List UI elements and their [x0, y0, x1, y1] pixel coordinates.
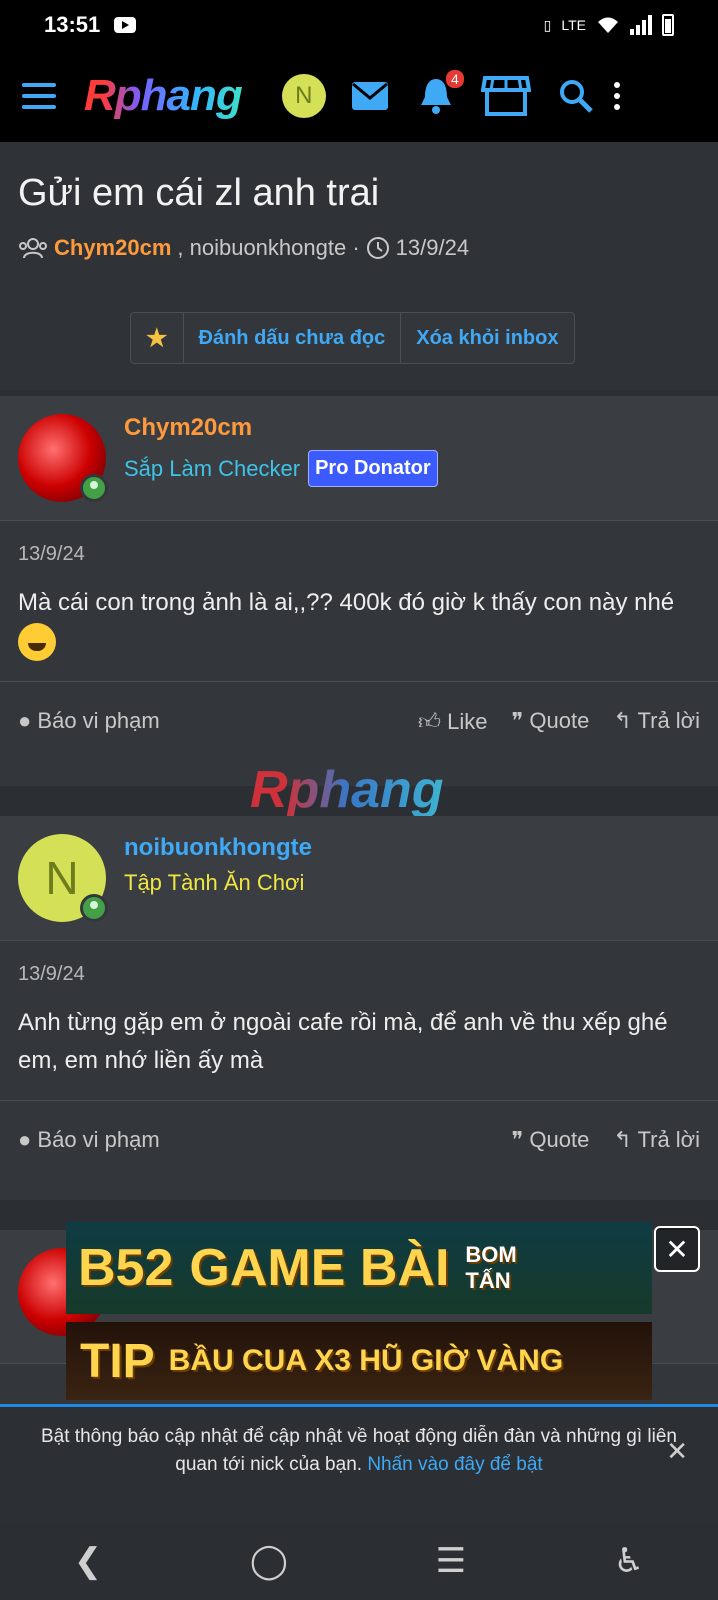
store-icon[interactable]: [480, 74, 532, 118]
ad-brand: B52: [78, 1239, 174, 1297]
post-date[interactable]: 13/9/24: [0, 941, 718, 986]
watermark-logo: Rphang: [250, 761, 444, 819]
online-status-icon: [80, 894, 108, 922]
signal-icon: [630, 15, 652, 35]
enable-notifications-link[interactable]: Nhấn vào đây để bật: [367, 1454, 542, 1475]
thread-title: Gửi em cái zl anh trai: [18, 172, 380, 214]
thread-author-link[interactable]: Chym20cm: [54, 235, 171, 261]
recents-icon[interactable]: ☰: [436, 1541, 466, 1581]
avatar[interactable]: N: [18, 834, 108, 922]
report-button[interactable]: ● Báo vi phạm: [18, 708, 160, 734]
clock-icon: [366, 237, 389, 259]
avatar-letter: N: [45, 852, 79, 904]
thread-header: Gửi em cái zl anh trai Chym20cm , noibuo…: [0, 142, 718, 390]
thread-actions: ★ Đánh dấu chưa đọc Xóa khỏi inbox: [130, 312, 575, 364]
report-button[interactable]: ● Báo vi phạm: [18, 1127, 160, 1153]
status-bar: 13:51 ▯ LTE: [0, 0, 718, 50]
ad-headline: BẦU CUA X3 HŨ GIỜ VÀNG: [168, 1344, 564, 1377]
reply-label: Trả lời: [637, 707, 701, 733]
thread-meta: Chym20cm , noibuonkhongte · 13/9/24: [18, 235, 700, 261]
home-icon[interactable]: ◯: [250, 1541, 288, 1581]
reply-button[interactable]: ↰ Trả lời: [613, 1127, 700, 1153]
vibrate-icon: ▯: [543, 16, 552, 33]
bell-icon[interactable]: 4: [414, 70, 464, 118]
back-icon[interactable]: ❮: [74, 1541, 103, 1581]
site-logo[interactable]: Rphang: [84, 71, 243, 121]
youtube-icon: [114, 17, 137, 33]
status-time: 13:51: [44, 12, 101, 37]
star-button[interactable]: ★: [131, 313, 184, 363]
search-icon[interactable]: [554, 74, 598, 118]
push-notification-prompt: Bật thông báo cập nhật để cập nhật về ho…: [0, 1404, 718, 1522]
post-date[interactable]: 13/9/24: [0, 521, 718, 566]
reply-button[interactable]: ↰ Trả lời: [613, 708, 700, 735]
thread-participants[interactable]: , noibuonkhongte ·: [177, 235, 359, 261]
user-title-text: Sắp Làm Checker: [124, 455, 301, 481]
quote-icon: ❞: [511, 1127, 524, 1152]
post-user-block: Chym20cm Sắp Làm Checker Pro Donator: [0, 396, 718, 521]
reply-icon: ↰: [613, 707, 632, 733]
quote-label: Quote: [529, 707, 590, 733]
system-navigation-bar: ❮ ◯ ☰ ♿︎: [0, 1522, 718, 1600]
thumb-up-icon: 👍︎: [417, 708, 441, 734]
mark-unread-button[interactable]: Đánh dấu chưa đọc: [184, 313, 402, 363]
quote-button[interactable]: ❞ Quote: [511, 1127, 589, 1153]
message-post: N noibuonkhongte Tập Tành Ăn Chơi 13/9/2…: [0, 816, 718, 1200]
like-label: Like: [447, 708, 488, 734]
ad-subline: BOM TẤN: [465, 1242, 517, 1293]
notification-badge: 4: [445, 70, 464, 88]
user-title: Sắp Làm Checker Pro Donator: [124, 450, 438, 487]
report-label: Báo vi phạm: [37, 1127, 160, 1152]
thread-date[interactable]: 13/9/24: [396, 235, 469, 261]
post-actions: ● Báo vi phạm 👍︎ Like ❞ Quote ↰ Trả lời: [0, 682, 718, 761]
message-post: Chym20cm Sắp Làm Checker Pro Donator 13/…: [0, 396, 718, 786]
volte-icon: LTE: [561, 17, 586, 33]
report-label: Báo vi phạm: [37, 708, 160, 734]
ad-headline: GAME BÀI: [189, 1239, 450, 1297]
user-title: Tập Tành Ăn Chơi: [124, 870, 305, 895]
post-body: Anh từng gặp em ở ngoài cafe rồi mà, để …: [0, 986, 718, 1101]
menu-icon[interactable]: [22, 83, 56, 109]
remove-inbox-button[interactable]: Xóa khỏi inbox: [401, 313, 573, 363]
close-ad-icon[interactable]: ✕: [654, 1226, 700, 1272]
star-icon: ★: [146, 324, 168, 352]
wifi-icon: [598, 17, 618, 33]
quote-icon: ❞: [511, 707, 524, 733]
notify-text: Bật thông báo cập nhật để cập nhật về ho…: [41, 1426, 677, 1475]
pro-donator-badge: Pro Donator: [308, 450, 438, 487]
participants-icon: [19, 238, 47, 259]
reply-icon: ↰: [613, 1127, 632, 1152]
top-navbar: Rphang N 4: [0, 50, 718, 142]
inbox-icon[interactable]: [348, 74, 392, 118]
quote-label: Quote: [529, 1127, 590, 1152]
ad-banner-b52[interactable]: B52 GAME BÀI BOM TẤN: [66, 1222, 652, 1314]
post-username[interactable]: Chym20cm: [124, 414, 438, 442]
status-icons: ▯ LTE: [544, 14, 674, 36]
post-body: Mà cái con trong ảnh là ai,,?? 400k đó g…: [0, 566, 718, 682]
post-body-text: Mà cái con trong ảnh là ai,,?? 400k đó g…: [18, 589, 675, 616]
online-status-icon: [80, 474, 108, 502]
ad-banner-tip[interactable]: TIP BẦU CUA X3 HŨ GIỜ VÀNG: [66, 1322, 652, 1400]
user-avatar[interactable]: N: [281, 74, 326, 118]
post-actions: ● Báo vi phạm ❞ Quote ↰ Trả lời: [0, 1101, 718, 1179]
close-icon[interactable]: ✕: [666, 1437, 688, 1465]
accessibility-icon[interactable]: ♿︎: [614, 1541, 644, 1581]
more-options-icon[interactable]: [613, 82, 620, 110]
like-button[interactable]: 👍︎ Like: [418, 708, 487, 735]
ad-brand: TIP: [80, 1334, 155, 1388]
avatar[interactable]: [18, 414, 108, 502]
post-user-block: N noibuonkhongte Tập Tành Ăn Chơi: [0, 816, 718, 941]
battery-icon: [662, 14, 674, 36]
quote-button[interactable]: ❞ Quote: [511, 708, 589, 735]
post-username[interactable]: noibuonkhongte: [124, 834, 312, 862]
reply-label: Trả lời: [637, 1127, 701, 1152]
grinning-face-icon: [18, 622, 56, 661]
